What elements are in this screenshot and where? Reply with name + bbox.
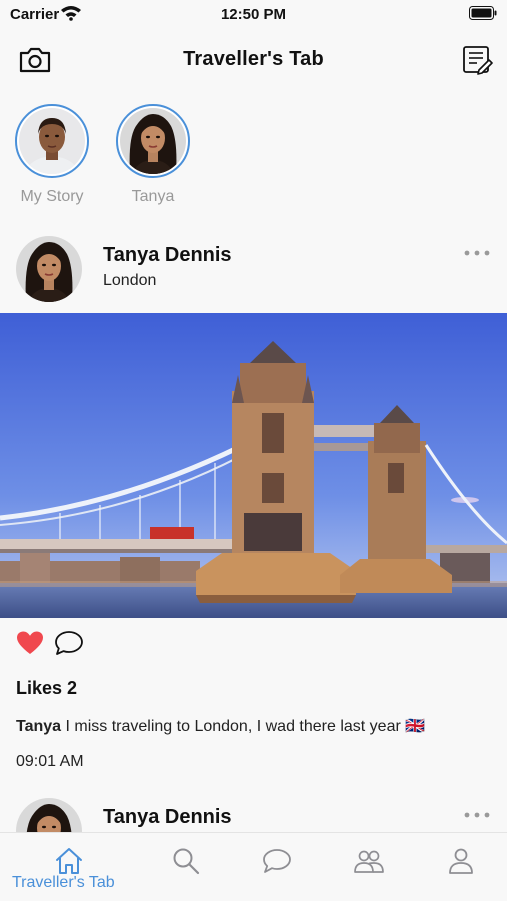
tab-messages[interactable] (226, 833, 327, 901)
page-title: Traveller's Tab (183, 48, 324, 70)
caption-username[interactable]: Tanya (16, 718, 61, 735)
comment-icon[interactable] (54, 630, 84, 656)
people-icon (354, 850, 384, 873)
post-caption: Tanya I miss traveling to London, I wad … (16, 716, 425, 736)
status-time: 12:50 PM (220, 6, 287, 23)
tab-friends[interactable] (318, 833, 419, 901)
status-bar: Carrier 12:50 PM (0, 0, 507, 28)
profile-icon (449, 848, 473, 874)
more-icon[interactable] (463, 810, 491, 820)
avatar (19, 108, 85, 174)
story-ring (116, 104, 190, 178)
story-my-story[interactable]: My Story (7, 104, 97, 206)
post-header: Tanya Dennis London (0, 236, 507, 316)
avatar (120, 108, 186, 174)
search-icon (173, 848, 200, 875)
battery-icon (469, 6, 497, 20)
post-location: London (103, 272, 157, 289)
post-author-name[interactable]: Tanya Dennis (103, 806, 232, 829)
home-icon (56, 848, 82, 874)
post-actions (0, 628, 507, 658)
post-timestamp: 09:01 AM (16, 753, 84, 770)
likes-count: Likes 2 (16, 678, 78, 698)
tab-search[interactable] (135, 833, 236, 901)
tab-home-label: Traveller's Tab (12, 874, 115, 891)
tab-bar: Traveller's Tab (0, 832, 507, 901)
avatar[interactable] (16, 236, 82, 302)
compose-icon[interactable] (461, 44, 493, 76)
story-label: Tanya (131, 188, 175, 205)
caption-text: I miss traveling to London, I wad there … (61, 718, 426, 735)
stories-row: My Story Tanya (0, 100, 507, 210)
story-ring (15, 104, 89, 178)
post-author-name[interactable]: Tanya Dennis (103, 244, 232, 267)
heart-icon[interactable] (16, 630, 44, 656)
story-tanya[interactable]: Tanya (108, 104, 198, 206)
nav-bar: Traveller's Tab (0, 28, 507, 90)
post-image[interactable] (0, 313, 507, 618)
tab-home[interactable]: Traveller's Tab (0, 833, 115, 901)
chat-icon (263, 849, 291, 873)
story-label: My Story (20, 188, 84, 205)
more-icon[interactable] (463, 248, 491, 258)
tab-profile[interactable] (410, 833, 507, 901)
